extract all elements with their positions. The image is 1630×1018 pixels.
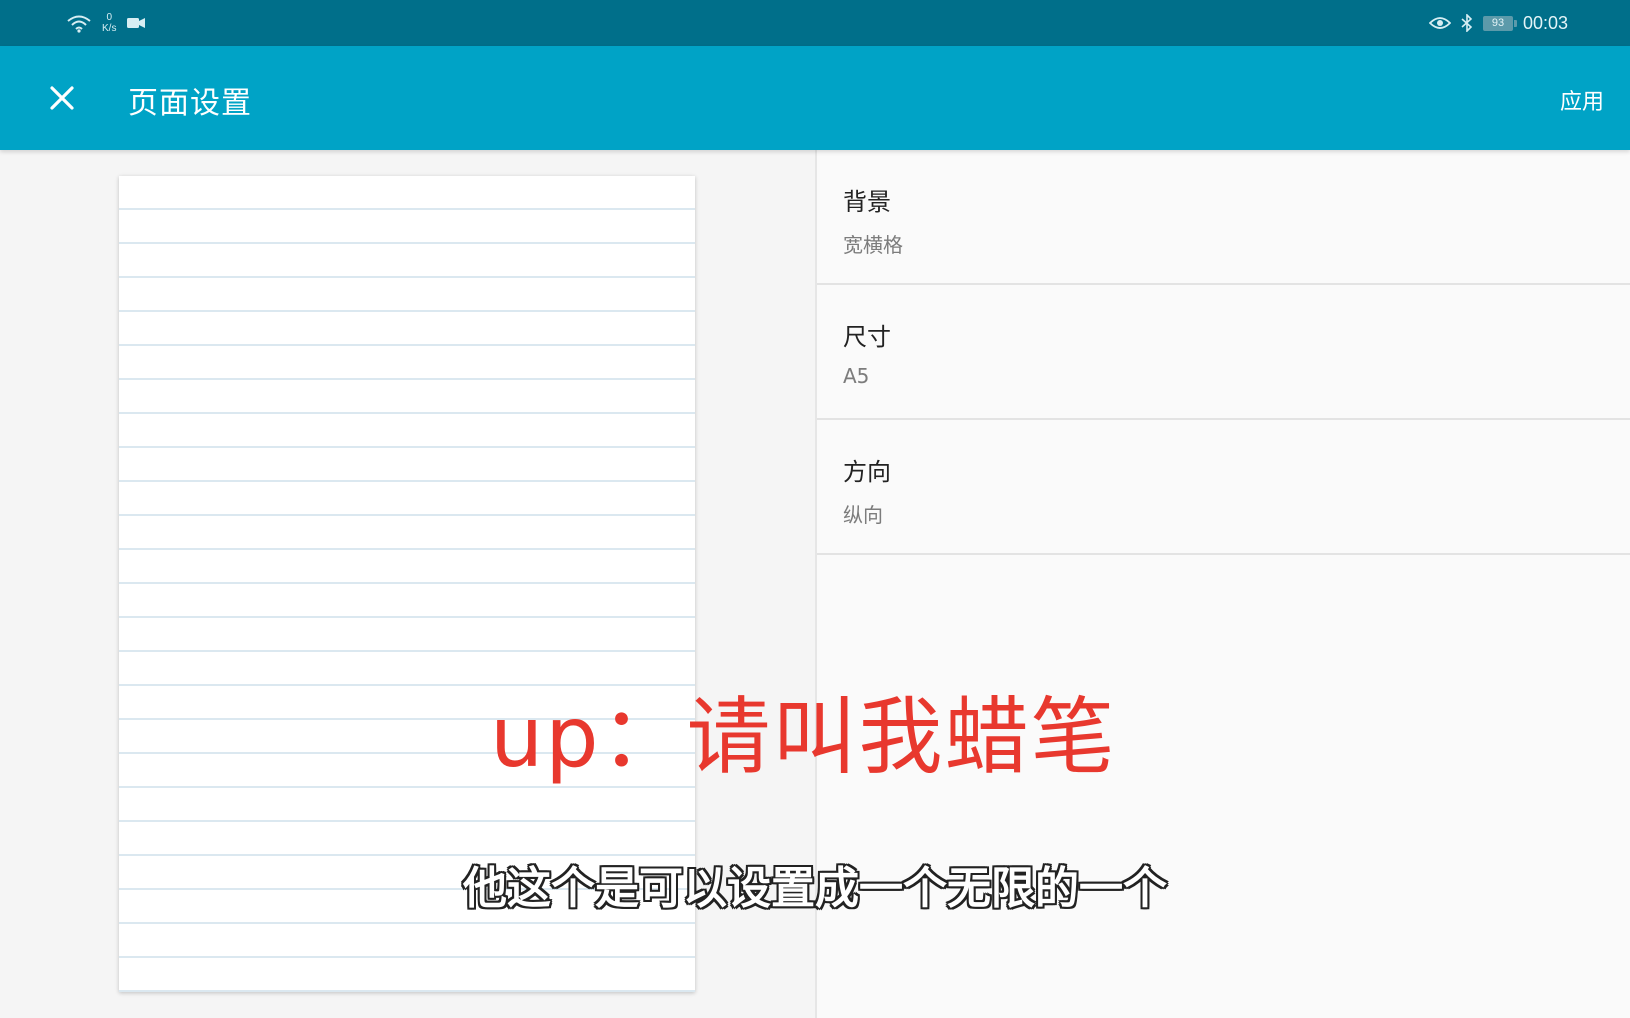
wifi-icon — [66, 13, 92, 33]
eye-comfort-icon — [1428, 16, 1451, 30]
bluetooth-icon — [1461, 14, 1473, 32]
watermark-text: up：请叫我蜡笔 — [490, 688, 1117, 786]
setting-size-value: A5 — [843, 364, 870, 388]
setting-background[interactable]: 背景 宽横格 — [817, 150, 1630, 285]
video-subtitle: 他这个是可以设置成一个无限的一个 — [463, 863, 1167, 914]
video-record-icon — [126, 16, 146, 30]
setting-orientation-value: 纵向 — [843, 503, 883, 527]
status-bar-left: 0 K/s — [66, 12, 146, 34]
apply-button[interactable]: 应用 — [1560, 84, 1604, 116]
close-icon — [49, 85, 75, 111]
status-time: 00:03 — [1522, 12, 1568, 33]
setting-orientation-label: 方向 — [843, 458, 891, 486]
setting-size-label: 尺寸 — [843, 323, 891, 351]
setting-size[interactable]: 尺寸 A5 — [817, 285, 1630, 420]
status-bar: 0 K/s 93 00:03 — [0, 0, 1630, 46]
setting-background-label: 背景 — [843, 188, 891, 216]
page-title: 页面设置 — [128, 86, 252, 121]
battery-icon: 93 — [1482, 15, 1517, 31]
setting-orientation[interactable]: 方向 纵向 — [817, 420, 1630, 555]
setting-background-value: 宽横格 — [843, 233, 903, 257]
close-button[interactable] — [40, 76, 84, 120]
status-bar-right: 93 00:03 — [1428, 12, 1568, 34]
net-speed-unit: K/s — [102, 23, 117, 34]
app-bar: 页面设置 应用 — [0, 46, 1630, 150]
net-speed: 0 K/s — [102, 12, 116, 34]
net-speed-value: 0 — [106, 12, 112, 23]
